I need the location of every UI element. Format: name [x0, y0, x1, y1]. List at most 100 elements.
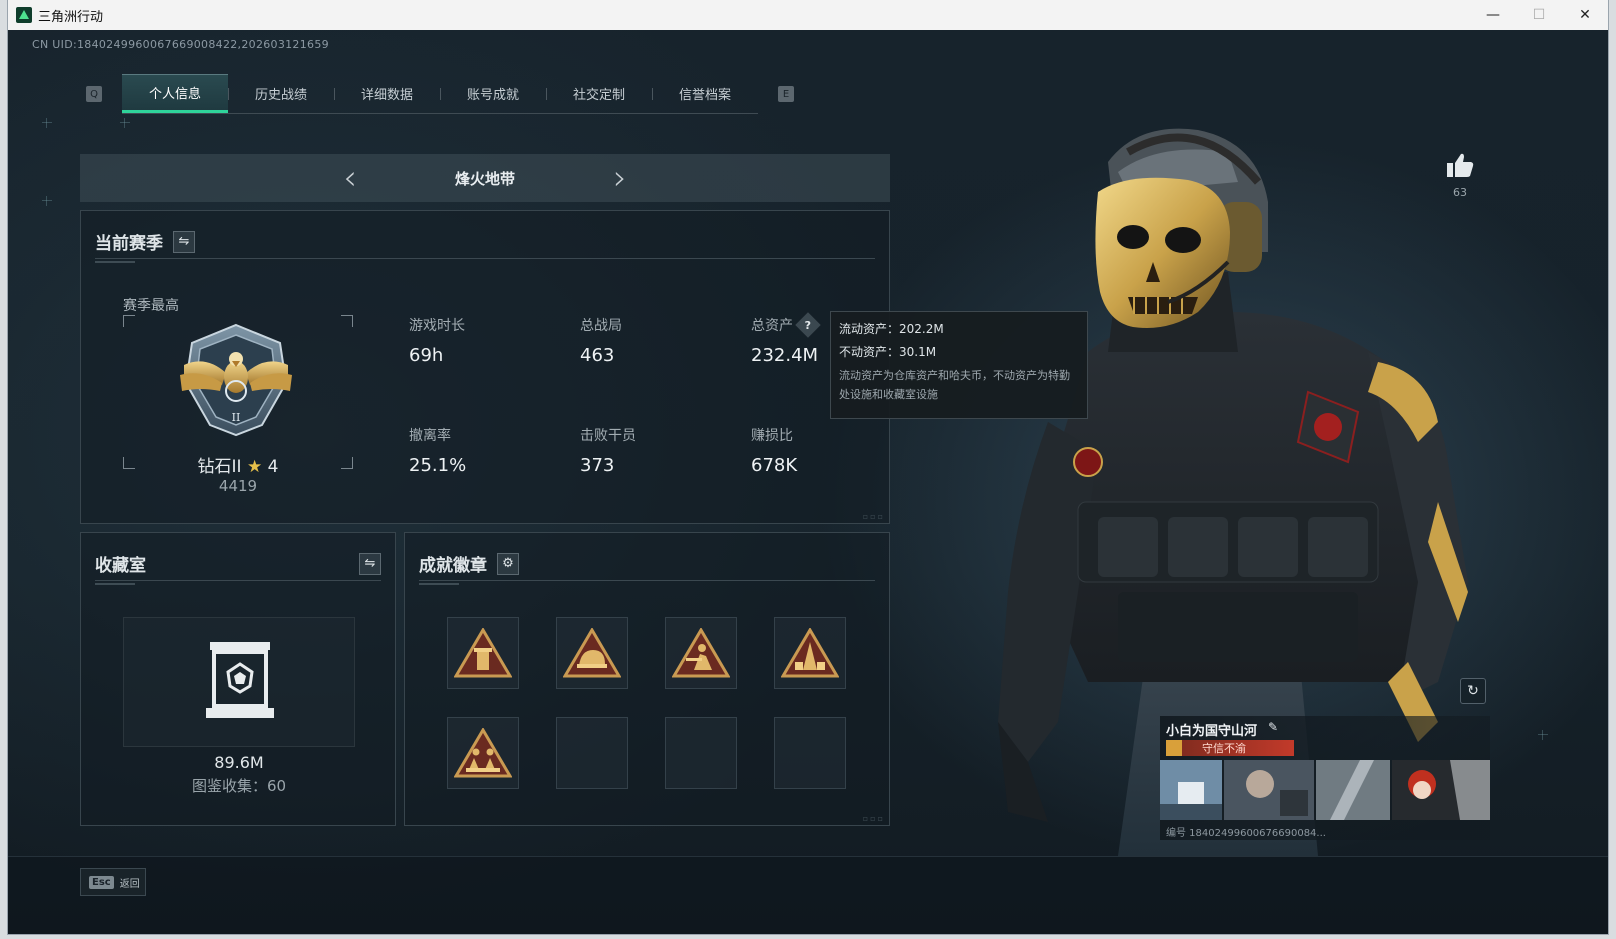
- tab-social-custom[interactable]: 社交定制: [546, 74, 652, 113]
- bronze-badge-soldier-icon: [672, 628, 730, 678]
- uid-text: CN UID:1840249960067669008422,2026031216…: [32, 38, 329, 51]
- next-mode-button[interactable]: ›: [600, 154, 640, 202]
- badge-slot-empty[interactable]: [556, 717, 628, 789]
- like-count: 63: [1453, 186, 1467, 199]
- thumbs-up-icon: [1447, 153, 1474, 177]
- esc-key-hint: Esc: [89, 875, 114, 889]
- tooltip-description: 流动资产为仓库资产和哈夫币，不动资产为特勤处设施和收藏室设施: [839, 369, 1070, 401]
- profile-tabs: Q 个人信息 历史战绩 详细数据 账号成就 社交定制 信誉档案 E: [80, 74, 800, 114]
- reputation-badge: 守信不渝: [1166, 740, 1294, 756]
- achievements-panel-header: 成就徽章 ⚙: [419, 547, 875, 581]
- current-season-panel: 当前赛季 ⇋ 赛季最高 II 钻石II ★ 4 4419 游戏时长 69h 总战…: [80, 210, 890, 524]
- rank-badge-frame: II 钻石II ★ 4 4419: [123, 315, 353, 495]
- game-viewport: CN UID:1840249960067669008422,2026031216…: [8, 30, 1608, 934]
- stat-label: 赚损比: [751, 428, 793, 444]
- badge-slot[interactable]: [447, 617, 519, 689]
- season-best-label: 赛季最高: [123, 298, 179, 314]
- tab-history[interactable]: 历史战绩: [228, 74, 334, 113]
- rank-title: 钻石II: [197, 457, 242, 477]
- svg-text:II: II: [232, 411, 241, 424]
- badge-slot-empty[interactable]: [665, 717, 737, 789]
- stat-label: 总战局: [580, 318, 622, 334]
- close-button[interactable]: ✕: [1562, 0, 1608, 30]
- collection-count: 图鉴收集：60: [191, 777, 287, 795]
- bronze-badge-helmet-icon: [563, 628, 621, 678]
- decor-cross: [42, 118, 52, 128]
- app-logo-icon: [16, 7, 32, 23]
- rank-score: 4419: [218, 477, 258, 495]
- rank-star-icon: ★: [246, 457, 263, 477]
- badge-slot[interactable]: [774, 617, 846, 689]
- refresh-button[interactable]: ↻: [1460, 678, 1486, 704]
- badge-slot-empty[interactable]: [774, 717, 846, 789]
- decor-cross: [120, 118, 130, 128]
- stat-label: 总资产: [751, 318, 793, 334]
- assets-tooltip: 流动资产：202.2M 不动资产：30.1M 流动资产为仓库资产和哈夫币，不动资…: [830, 311, 1088, 419]
- bronze-badge-pillar-icon: [454, 628, 512, 678]
- diamond-rank-emblem-icon: II: [180, 323, 292, 437]
- stat-label: 撤离率: [409, 428, 451, 444]
- like-widget[interactable]: 63: [1446, 152, 1474, 199]
- reputation-rank-icon: [1166, 740, 1182, 756]
- stat-value: 373: [580, 455, 615, 476]
- divider: [419, 583, 459, 585]
- esc-back-button[interactable]: Esc 返回: [80, 868, 146, 896]
- window-title: 三角洲行动: [38, 9, 104, 25]
- player-id: 编号 18402499600676690084...: [1166, 828, 1326, 839]
- collection-title: 收藏室: [95, 556, 146, 576]
- tab-reputation-file[interactable]: 信誉档案: [652, 74, 758, 113]
- assets-help-icon[interactable]: ?: [795, 312, 821, 338]
- stat-value: 678K: [751, 455, 798, 476]
- season-swap-button[interactable]: ⇋: [173, 230, 195, 253]
- badge-slot[interactable]: [447, 717, 519, 789]
- stat-label: 游戏时长: [409, 318, 465, 334]
- badge-slot[interactable]: [556, 617, 628, 689]
- tooltip-fixed-assets: 不动资产：30.1M: [839, 345, 937, 359]
- stat-total-matches: 总战局 463: [580, 315, 730, 366]
- bottom-bar: [8, 856, 1608, 934]
- badge-slot[interactable]: [665, 617, 737, 689]
- collection-panel-header: 收藏室 ⇋: [95, 547, 381, 581]
- rank-name: 钻石II ★ 4: [123, 452, 353, 477]
- tab-prev-key[interactable]: Q: [86, 86, 102, 102]
- prev-mode-button[interactable]: ‹: [330, 154, 370, 202]
- player-name-card[interactable]: 小白为国守山河 ✎ 守信不渝 编号 18402499600676690084..…: [1160, 716, 1490, 840]
- title-bar: 三角洲行动 — ☐ ✕: [8, 0, 1608, 30]
- window-controls: — ☐ ✕: [1470, 0, 1608, 30]
- tooltip-liquid-assets: 流动资产：202.2M: [839, 322, 944, 336]
- minimize-button[interactable]: —: [1470, 0, 1516, 30]
- stat-profit-loss-ratio: 赚损比 678K: [751, 425, 901, 476]
- stat-label: 击败干员: [580, 428, 636, 444]
- game-window: 三角洲行动 — ☐ ✕ CN UID:184024996006766900842…: [8, 0, 1608, 934]
- help-glyph: ?: [804, 318, 812, 332]
- collection-room-panel[interactable]: 收藏室 ⇋ 89.6M 图鉴收集：60: [80, 532, 396, 826]
- edit-name-icon[interactable]: ✎: [1268, 720, 1278, 734]
- stat-play-time: 游戏时长 69h: [409, 315, 559, 366]
- panel-corner-decor: ▫▫▫: [862, 814, 885, 823]
- maximize-button[interactable]: ☐: [1516, 0, 1562, 30]
- season-title: 当前赛季: [95, 234, 163, 254]
- player-banner-image: [1160, 760, 1490, 820]
- divider: [95, 583, 135, 585]
- frame-corner: [123, 315, 135, 327]
- stat-value: 463: [580, 345, 615, 366]
- tab-next-key[interactable]: E: [778, 86, 794, 102]
- rank-star-count: 4: [267, 457, 279, 477]
- achievements-title: 成就徽章: [419, 556, 487, 576]
- stat-value: 69h: [409, 345, 444, 366]
- collection-display-case[interactable]: [123, 617, 355, 747]
- tab-detailed-data[interactable]: 详细数据: [334, 74, 440, 113]
- tab-personal-info[interactable]: 个人信息: [122, 74, 228, 113]
- decor-cross: [1538, 730, 1548, 740]
- reputation-text: 守信不渝: [1202, 742, 1246, 755]
- collection-swap-button[interactable]: ⇋: [359, 552, 381, 575]
- tab-account-achievements[interactable]: 账号成就: [440, 74, 546, 113]
- stat-operators-defeated: 击败干员 373: [580, 425, 730, 476]
- season-panel-header: 当前赛季 ⇋: [95, 225, 875, 259]
- stat-value: 25.1%: [409, 455, 467, 476]
- achievements-settings-button[interactable]: ⚙: [497, 552, 519, 575]
- collection-value: 89.6M: [214, 753, 264, 772]
- decor-cross: [42, 196, 52, 206]
- panel-corner-decor: ▫▫▫: [862, 512, 885, 521]
- mode-title: 烽火地带: [454, 169, 515, 188]
